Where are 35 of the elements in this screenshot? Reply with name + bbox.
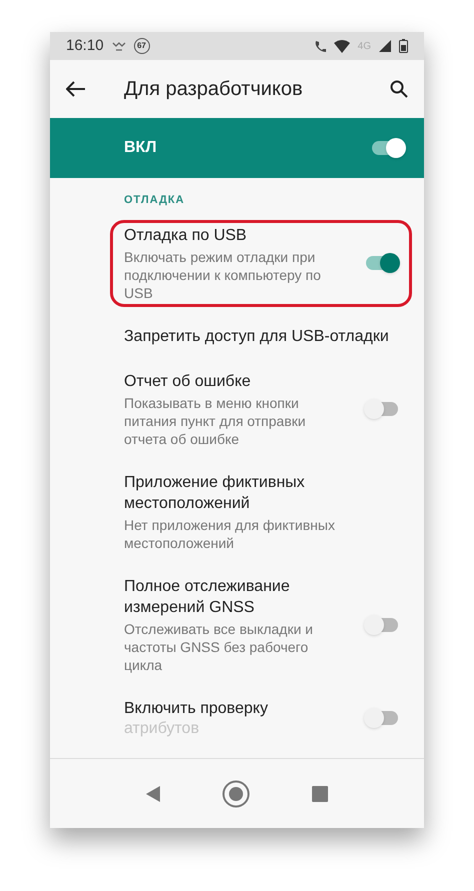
phone-call-icon	[314, 40, 326, 52]
notification-badge: 67	[134, 38, 150, 54]
master-switch-label: ВКЛ	[124, 138, 158, 158]
setting-title: Полное отслеживание измерений GNSS	[124, 576, 291, 618]
setting-item[interactable]: Отчет об ошибке Показывать в меню кнопки питания пункт для отправки отчета об ошибке	[58, 358, 424, 460]
toggle-switch[interactable]	[364, 399, 400, 419]
signal-wave-icon	[112, 40, 126, 52]
back-arrow-icon[interactable]	[66, 81, 86, 97]
setting-item[interactable]: Полное отслеживание измерений GNSS Отслеживать все выкладки и частоты GNSS без рабочего цикла	[58, 564, 424, 686]
setting-item[interactable]: Приложение фиктивных местоположений Нет приложения для фиктивных местоположений	[58, 460, 424, 564]
setting-title: Запретить доступ для USB-отладки	[124, 326, 390, 346]
setting-title: Приложение фиктивных местоположений	[124, 472, 306, 514]
section-header: ОТЛАДКА	[123, 193, 186, 208]
master-switch-bar[interactable]: ВКЛ	[50, 118, 424, 178]
setting-summary: Показывать в меню кнопки питания пункт для отправки отчета об ошибке	[124, 394, 307, 448]
setting-summary: Нет приложения для фиктивных местоположений	[124, 516, 336, 552]
setting-title: Включить проверку	[124, 698, 269, 718]
back-icon[interactable]	[146, 786, 160, 802]
battery-icon	[399, 39, 408, 53]
recents-icon[interactable]	[312, 786, 328, 802]
wifi-icon	[334, 40, 350, 52]
cell-signal-icon	[379, 40, 391, 52]
status-time: 16:10	[66, 36, 104, 56]
toggle-switch[interactable]	[364, 253, 400, 273]
setting-title: Отчет об ошибке	[124, 372, 252, 392]
setting-summary: Включать режим отладки при подключении к компьютеру по USB	[124, 248, 322, 302]
toggle-switch[interactable]	[364, 708, 400, 728]
home-icon[interactable]	[222, 780, 250, 808]
search-icon[interactable]	[390, 80, 408, 98]
toggle-switch[interactable]	[364, 614, 400, 634]
setting-title: Отладка по USB	[124, 226, 248, 246]
setting-item[interactable]: Запретить доступ для USB-отладки	[58, 314, 424, 358]
screen-title: Для разработчиков	[124, 77, 304, 102]
setting-summary: Отслеживать все выкладки и частоты GNSS без рабочего цикла	[124, 620, 314, 674]
toggle-switch[interactable]	[370, 138, 406, 158]
